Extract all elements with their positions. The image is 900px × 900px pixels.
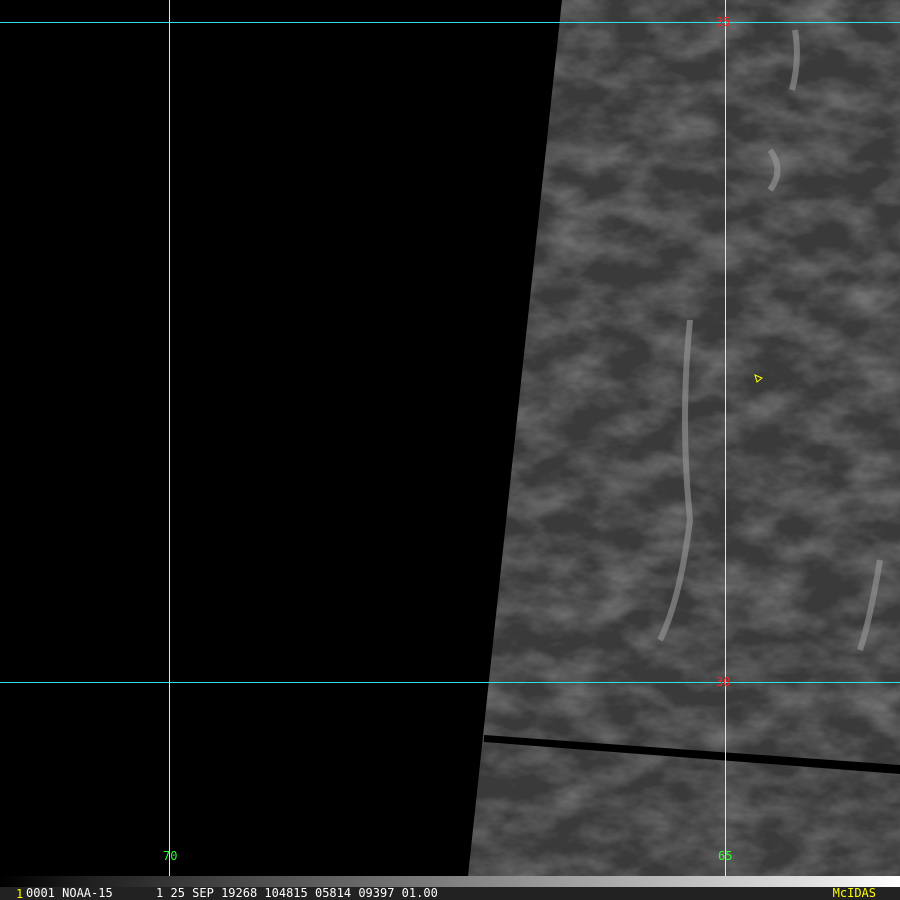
latitude-label: 35 xyxy=(716,15,731,29)
longitude-label: 70 xyxy=(163,849,178,863)
latitude-label: 30 xyxy=(716,675,731,689)
cursor-marker-icon xyxy=(754,374,763,383)
frame-number: 1 xyxy=(16,887,24,900)
mcidas-image-frame[interactable]: 35 30 70 65 1 0001 NOAA-15 1 25 SEP 1926… xyxy=(0,0,900,900)
status-bar: 1 0001 NOAA-15 1 25 SEP 19268 104815 058… xyxy=(0,887,900,900)
longitude-label: 65 xyxy=(718,849,733,863)
longitude-line-70 xyxy=(169,0,170,887)
satellite-imagery xyxy=(468,0,900,876)
longitude-line-65 xyxy=(725,0,726,887)
image-info: 0001 NOAA-15 1 25 SEP 19268 104815 05814… xyxy=(26,886,438,900)
latitude-line-30 xyxy=(0,682,900,683)
latitude-line-35 xyxy=(0,22,900,23)
mcidas-brand: McIDAS xyxy=(832,886,876,900)
